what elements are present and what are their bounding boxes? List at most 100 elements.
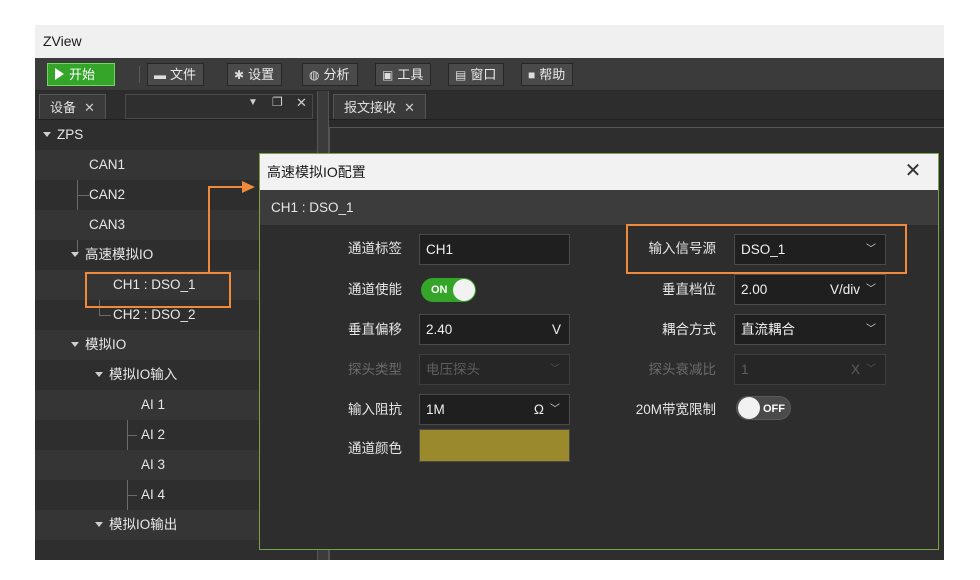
window-menu-button[interactable]: ▤ 窗口: [448, 63, 505, 86]
expand-caret-icon[interactable]: [95, 522, 103, 527]
channel-color-swatch[interactable]: [419, 429, 570, 462]
help-menu-button[interactable]: ■ 帮助: [521, 63, 574, 86]
app-title: ZView: [43, 33, 82, 49]
vertical-scale-select[interactable]: 2.00 V/div ﹀: [734, 274, 886, 305]
tree-label: 高速模拟IO: [85, 247, 154, 262]
toggle-state-text: OFF: [763, 403, 785, 415]
input-impedance-label: 输入阻抗: [348, 402, 402, 417]
gear-icon: ✱: [234, 68, 245, 82]
chevron-down-icon: ﹀: [550, 404, 560, 415]
folder-icon: ▬: [154, 68, 166, 82]
panel-close-icon[interactable]: ✕: [296, 95, 307, 111]
panel-title-area: [125, 94, 313, 119]
probe-type-value: 电压探头: [426, 362, 480, 377]
annotation-highlight-ch1: [85, 272, 231, 308]
tree-label: AI 4: [141, 487, 166, 502]
tab-device-label: 设备: [50, 100, 77, 115]
close-icon[interactable]: ✕: [84, 100, 95, 115]
annotation-arrow-line: [208, 186, 210, 273]
analysis-menu-button[interactable]: ◍ 分析: [302, 63, 358, 86]
tree-label: AI 3: [141, 457, 166, 472]
help-menu-label: 帮助: [539, 67, 566, 82]
start-label: 开始: [69, 67, 96, 82]
settings-menu-button[interactable]: ✱ 设置: [227, 63, 283, 86]
tree-label: 模拟IO: [85, 337, 127, 352]
tree-label: 模拟IO输入: [109, 367, 178, 382]
analysis-menu-label: 分析: [323, 67, 350, 82]
analysis-icon: ◍: [309, 68, 320, 82]
chevron-down-icon: ﹀: [866, 324, 876, 335]
channel-color-label: 通道颜色: [348, 441, 402, 456]
probe-attenuation-label: 探头衰减比: [648, 362, 717, 377]
bw-limit-toggle[interactable]: OFF: [736, 396, 791, 420]
tab-message-label: 报文接收: [344, 100, 397, 115]
device-panel-header: 设备 ✕ ▼ ❐ ✕: [35, 91, 317, 120]
probe-type-label: 探头类型: [348, 362, 402, 377]
input-impedance-select[interactable]: 1M Ω ﹀: [419, 394, 570, 425]
toggle-knob: [453, 279, 475, 301]
probe-attenuation-unit: X: [850, 362, 860, 377]
close-icon[interactable]: ✕: [902, 160, 924, 182]
tree-item-zps[interactable]: ZPS: [43, 120, 317, 150]
coupling-value: 直流耦合: [741, 322, 795, 337]
hs-analog-io-config-dialog: 高速模拟IO配置 ✕ CH1 : DSO_1 通道标签 通道使能 垂直偏移 探头…: [259, 153, 939, 550]
tree-label: AI 1: [141, 397, 166, 412]
toolbar-separator: [139, 66, 140, 83]
tab-message-receive[interactable]: 报文接收 ✕: [333, 94, 426, 119]
vertical-offset-unit: V: [551, 322, 561, 337]
dialog-channel-header: CH1 : DSO_1: [260, 190, 938, 226]
annotation-arrow-line: [208, 186, 244, 188]
tools-menu-label: 工具: [397, 67, 424, 82]
file-menu-label: 文件: [170, 67, 197, 82]
tree-label: CAN3: [89, 217, 126, 232]
settings-menu-label: 设置: [248, 67, 275, 82]
coupling-select[interactable]: 直流耦合 ﹀: [734, 314, 886, 345]
chevron-down-icon: ﹀: [550, 364, 560, 375]
vertical-scale-unit: V/div: [829, 282, 860, 297]
dialog-channel-name: CH1 : DSO_1: [271, 200, 354, 215]
toggle-state-text: ON: [431, 284, 448, 296]
tree-label: AI 2: [141, 427, 166, 442]
vertical-offset-input[interactable]: 2.40 V: [419, 314, 570, 345]
message-panel-header: 报文接收 ✕: [329, 91, 944, 120]
help-icon: ■: [528, 68, 536, 82]
start-button[interactable]: 开始: [47, 63, 115, 86]
probe-attenuation-value: 1: [741, 362, 749, 377]
close-icon[interactable]: ✕: [404, 100, 415, 115]
window-menu-label: 窗口: [470, 67, 497, 82]
main-toolbar: 开始 ▬ 文件 ✱ 设置 ◍ 分析 ▣ 工具 ▤ 窗口 ■ 帮助: [35, 58, 944, 91]
dialog-title-bar: 高速模拟IO配置 ✕: [260, 154, 938, 190]
expand-caret-icon[interactable]: [71, 342, 79, 347]
bw-limit-label: 20M带宽限制: [635, 402, 716, 417]
expand-caret-icon[interactable]: [43, 132, 51, 137]
probe-attenuation-select: 1 X ﹀: [734, 354, 886, 385]
tree-label: 模拟IO输出: [109, 517, 178, 532]
expand-caret-icon[interactable]: [95, 372, 103, 377]
channel-enable-label: 通道使能: [348, 282, 402, 297]
tree-label: CAN2: [89, 187, 126, 202]
play-icon: [55, 68, 64, 80]
vertical-offset-label: 垂直偏移: [348, 322, 402, 337]
expand-caret-icon[interactable]: [71, 252, 79, 257]
channel-tag-input[interactable]: CH1: [419, 234, 570, 265]
channel-enable-toggle[interactable]: ON: [421, 278, 476, 302]
input-impedance-unit: Ω: [533, 402, 544, 417]
file-menu-button[interactable]: ▬ 文件: [147, 63, 205, 86]
dialog-title: 高速模拟IO配置: [267, 164, 366, 180]
channel-tag-label: 通道标签: [348, 241, 402, 256]
coupling-label: 耦合方式: [662, 322, 716, 337]
channel-tag-value: CH1: [426, 242, 454, 257]
chevron-down-icon: ﹀: [866, 364, 876, 375]
vertical-scale-value: 2.00: [741, 282, 768, 297]
tree-label: ZPS: [57, 127, 84, 142]
probe-type-select: 电压探头 ﹀: [419, 354, 570, 385]
tab-device[interactable]: 设备 ✕: [39, 94, 106, 119]
annotation-highlight-input-source: [626, 224, 907, 274]
input-impedance-value: 1M: [426, 402, 445, 417]
float-icon[interactable]: ❐: [272, 95, 283, 109]
chevron-down-icon: ﹀: [866, 284, 876, 295]
toggle-knob: [738, 397, 760, 419]
tools-menu-button[interactable]: ▣ 工具: [375, 63, 432, 86]
dropdown-icon[interactable]: ▼: [248, 97, 258, 108]
tree-label: CH2 : DSO_2: [113, 307, 196, 322]
